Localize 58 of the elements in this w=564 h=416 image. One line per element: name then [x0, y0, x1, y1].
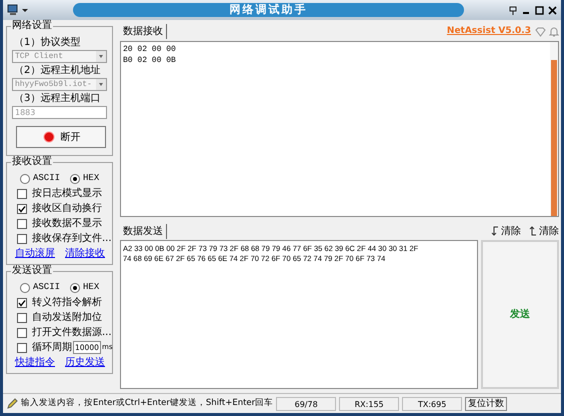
pin-icon[interactable] — [508, 5, 518, 15]
checkbox[interactable] — [17, 204, 27, 214]
link[interactable]: 自动滚屏 — [15, 246, 55, 261]
field-label: （1）协议类型 — [13, 36, 82, 50]
group-title: 网络设置 — [11, 20, 53, 32]
up-arrow-icon — [529, 226, 537, 236]
radio-button[interactable] — [20, 282, 30, 292]
maximize-icon[interactable] — [535, 6, 544, 14]
app-icon[interactable] — [7, 4, 29, 16]
checkbox[interactable] — [17, 342, 27, 352]
group-title: 接收设置 — [11, 156, 53, 168]
rx-count: RX:155 — [339, 396, 400, 410]
receive-area[interactable]: 20 02 00 00 B0 02 00 0B — [120, 41, 559, 217]
checkbox[interactable] — [17, 328, 27, 338]
field-label: （3）远程主机端口 — [13, 92, 102, 106]
window-title: 网络调试助手 — [230, 2, 308, 18]
option-label: 接收区自动换行 — [32, 202, 102, 216]
radio-button[interactable] — [70, 174, 80, 184]
link[interactable]: 快捷指令 — [15, 355, 55, 370]
received-line: B0 02 00 0B — [123, 55, 177, 66]
receive-tab[interactable]: 数据接收 — [120, 24, 167, 39]
option-label: 接收保存到文件... — [32, 232, 112, 246]
link[interactable]: 历史发送 — [65, 355, 105, 370]
tx-count: TX:695 — [402, 396, 462, 410]
option-label: 打开文件数据源... — [32, 326, 112, 340]
option-label: 循环周期 — [32, 340, 72, 355]
received-line: 20 02 00 00 — [123, 44, 177, 55]
option-label: 接收数据不显示 — [32, 216, 102, 231]
checkbox[interactable] — [17, 312, 27, 322]
status-hint: 输入发送内容，按Enter或Ctrl+Enter键发送，Shift+Enter回车 — [21, 397, 274, 410]
down-arrow-icon — [491, 226, 499, 236]
connect-button[interactable]: 断开 — [16, 126, 106, 148]
field-label: （2）远程主机地址 — [13, 64, 102, 78]
radio-label: ASCII — [33, 172, 60, 185]
clear-button[interactable]: 清除 — [491, 224, 521, 238]
pencil-icon — [6, 398, 18, 410]
checkbox[interactable] — [17, 218, 27, 228]
option-label: 按日志模式显示 — [32, 186, 102, 201]
scrollbar-thumb[interactable] — [551, 60, 557, 216]
checkbox[interactable] — [17, 188, 27, 198]
scrollbar[interactable] — [550, 42, 558, 216]
group-title: 发送设置 — [11, 265, 53, 277]
link[interactable]: 清除接收 — [65, 246, 105, 261]
radio-label: ASCII — [33, 280, 60, 294]
checkbox[interactable] — [17, 234, 27, 244]
option-label: 自动发送附加位 — [32, 310, 102, 325]
radio-label: HEX — [83, 280, 100, 294]
radio-label: HEX — [83, 172, 100, 185]
send-tab[interactable]: 数据发送 — [120, 224, 167, 238]
radio-button[interactable] — [20, 174, 30, 184]
radio-button[interactable] — [70, 282, 80, 292]
clear-button[interactable]: 清除 — [529, 224, 559, 238]
checkbox[interactable] — [17, 298, 27, 308]
byte-count: 69/78 — [276, 396, 336, 410]
option-label: 转义符指令解析 — [32, 296, 102, 310]
reset-count-button[interactable]: 复位计数 — [465, 396, 508, 410]
close-icon[interactable] — [548, 6, 557, 14]
send-button[interactable]: 发送 — [481, 240, 559, 389]
